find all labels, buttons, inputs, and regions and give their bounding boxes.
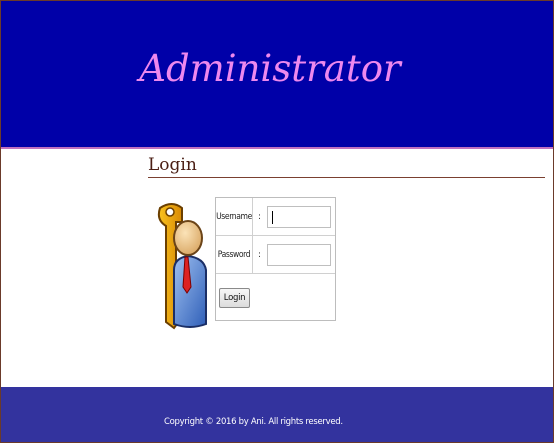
page-title: Administrator [139,47,401,90]
password-input[interactable] [267,244,331,266]
username-label: Username [216,198,253,235]
login-form: Username : Password : Login [215,197,336,321]
section-title: Login [148,155,197,175]
password-row: Password : [216,236,335,274]
username-separator: : [258,211,262,222]
header-banner: Administrator [1,1,553,149]
footer-bar: Copyright © 2016 by Ani. All rights rese… [1,387,553,442]
copyright-text: Copyright © 2016 by Ani. All rights rese… [164,417,343,427]
submit-row: Login [216,274,335,320]
username-input[interactable] [267,206,331,228]
page-frame: Administrator Login Username: Password … [0,0,554,443]
password-separator: : [258,249,262,260]
key-user-icon [157,203,207,330]
text-caret [272,211,273,224]
login-button[interactable]: Login [219,288,250,308]
section-divider [148,177,545,178]
password-label: Password [216,236,253,273]
username-row: Username : [216,198,335,236]
